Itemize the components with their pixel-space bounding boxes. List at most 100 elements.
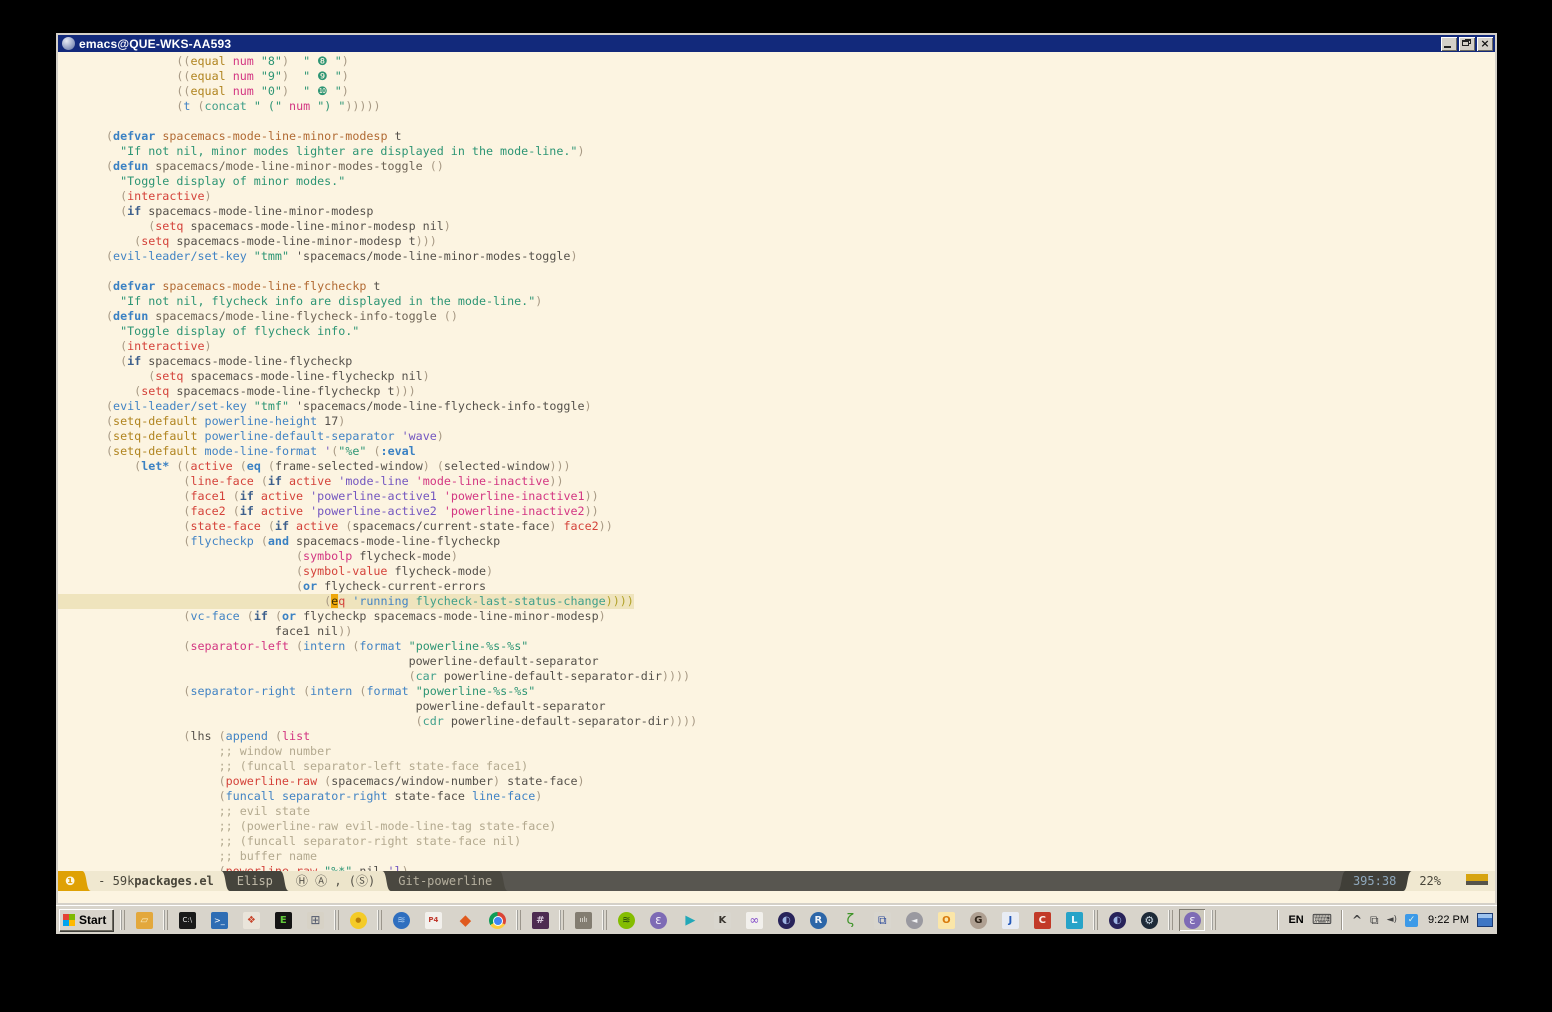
code-line[interactable]: (evil-leader/set-key "tmm" 'spacemacs/mo… xyxy=(106,249,1495,264)
code-line[interactable]: (setq spacemacs-mode-line-flycheckp t))) xyxy=(106,384,1495,399)
modeline-buffer-info[interactable]: - 59k packages.el xyxy=(91,871,221,891)
code-line[interactable]: (lhs (append (list xyxy=(106,729,1495,744)
code-line[interactable]: (setq spacemacs-mode-line-minor-modesp n… xyxy=(106,219,1495,234)
k-app-icon[interactable]: K xyxy=(709,909,735,931)
modeline-major-mode[interactable]: Elisp xyxy=(230,871,280,891)
code-line[interactable]: (interactive) xyxy=(106,339,1495,354)
powershell-icon[interactable]: >_ xyxy=(206,909,232,931)
modeline-position-hud[interactable] xyxy=(1457,871,1495,891)
media-player-icon[interactable]: ◄ xyxy=(901,909,927,931)
code-line[interactable]: (setq spacemacs-mode-line-flycheckp nil) xyxy=(106,369,1495,384)
emacs-icon[interactable]: ε xyxy=(645,909,671,931)
eclipse-icon[interactable]: ◐ xyxy=(773,909,799,931)
clock[interactable]: 9:22 PM xyxy=(1428,914,1469,926)
code-line[interactable]: (defun spacemacs/mode-line-flycheck-info… xyxy=(106,309,1495,324)
code-line[interactable]: (flycheckp (and spacemacs-mode-line-flyc… xyxy=(106,534,1495,549)
code-line[interactable]: (if spacemacs-mode-line-minor-modesp xyxy=(106,204,1495,219)
jabber-icon[interactable]: J xyxy=(997,909,1023,931)
remote-desktop-icon[interactable]: ⧉ xyxy=(869,909,895,931)
start-button[interactable]: Start xyxy=(59,909,113,931)
command-prompt-icon[interactable]: C:\ xyxy=(174,909,200,931)
code-line[interactable] xyxy=(106,114,1495,129)
code-line[interactable]: (car powerline-default-separator-dir)))) xyxy=(106,669,1495,684)
taskbar-grip[interactable] xyxy=(559,910,564,930)
taskbar-grip[interactable] xyxy=(334,910,339,930)
code-line[interactable]: (or flycheck-current-errors xyxy=(106,579,1495,594)
code-line[interactable]: powerline-default-separator xyxy=(106,654,1495,669)
chrome-icon[interactable] xyxy=(484,909,510,931)
code-line[interactable]: ;; evil state xyxy=(106,804,1495,819)
volume-icon[interactable]: ◄) xyxy=(1387,915,1397,925)
code-line[interactable]: (if spacemacs-mode-line-flycheckp xyxy=(106,354,1495,369)
emacs-taskbar-button[interactable]: ε xyxy=(1179,909,1205,931)
code-line[interactable]: (setq-default mode-line-format '("%e" (:… xyxy=(106,444,1495,459)
r-app-icon[interactable]: R xyxy=(805,909,831,931)
infinity-app-icon[interactable]: ∞ xyxy=(741,909,767,931)
taskbar-grip[interactable] xyxy=(516,910,521,930)
code-area[interactable]: ((equal num "8") " ❽ ") ((equal num "9")… xyxy=(58,52,1495,871)
code-line[interactable]: face1 nil)) xyxy=(106,624,1495,639)
code-line[interactable]: (state-face (if active (spacemacs/curren… xyxy=(106,519,1495,534)
code-line[interactable]: (symbol-value flycheck-mode) xyxy=(106,564,1495,579)
code-line[interactable]: (interactive) xyxy=(106,189,1495,204)
code-line[interactable]: (symbolp flycheck-mode) xyxy=(106,549,1495,564)
modeline-scroll-percent[interactable]: 22% xyxy=(1412,871,1448,891)
code-line[interactable]: "If not nil, minor modes lighter are dis… xyxy=(106,144,1495,159)
setup-installer-icon[interactable]: ⊞ xyxy=(302,909,328,931)
code-line[interactable]: (setq-default powerline-default-separato… xyxy=(106,429,1495,444)
title-bar[interactable]: emacs@QUE-WKS-AA593 × xyxy=(58,35,1495,52)
code-line[interactable]: ((equal num "9") " ❾ ") xyxy=(106,69,1495,84)
code-line[interactable]: (let* ((active (eq (frame-selected-windo… xyxy=(106,459,1495,474)
code-line[interactable]: (evil-leader/set-key "tmf" 'spacemacs/mo… xyxy=(106,399,1495,414)
orange-diamond-icon[interactable]: ◆ xyxy=(452,909,478,931)
dropbox-icon[interactable]: ✓ xyxy=(1405,914,1418,927)
l-app-icon[interactable]: L xyxy=(1061,909,1087,931)
code-line[interactable]: (setq-default powerline-height 17) xyxy=(106,414,1495,429)
code-line[interactable]: "If not nil, flycheck info are displayed… xyxy=(106,294,1495,309)
code-line[interactable]: (defvar spacemacs-mode-line-flycheckp t xyxy=(106,279,1495,294)
keyboard-layout-icon[interactable]: ⌨ xyxy=(1312,912,1332,928)
code-line[interactable]: powerline-default-separator xyxy=(106,699,1495,714)
taskbar-grip[interactable] xyxy=(163,910,168,930)
code-line[interactable]: (funcall separator-right state-face line… xyxy=(106,789,1495,804)
code-line[interactable]: (separator-left (intern (format "powerli… xyxy=(106,639,1495,654)
code-line[interactable]: (separator-right (intern (format "powerl… xyxy=(106,684,1495,699)
taskbar-grip[interactable] xyxy=(377,910,382,930)
taskbar-grip[interactable] xyxy=(1211,910,1216,930)
code-line[interactable]: "Toggle display of minor modes." xyxy=(106,174,1495,189)
code-line[interactable]: ((equal num "0") " ❿ ") xyxy=(106,84,1495,99)
taskbar-grip[interactable] xyxy=(1093,910,1098,930)
image-editor-icon[interactable]: ❖ xyxy=(238,909,264,931)
code-line[interactable]: ;; (funcall separator-left state-face fa… xyxy=(106,759,1495,774)
play-store-icon[interactable]: ▶ xyxy=(677,909,703,931)
my-documents-folder-icon[interactable]: ▱ xyxy=(131,909,157,931)
code-line[interactable]: (powerline-raw "%*" nil 'l) xyxy=(106,864,1495,871)
code-line[interactable]: (defvar spacemacs-mode-line-minor-modesp… xyxy=(106,129,1495,144)
code-line[interactable]: ;; (funcall separator-right state-face n… xyxy=(106,834,1495,849)
code-line[interactable]: (face2 (if active 'powerline-active2 'po… xyxy=(106,504,1495,519)
vertical-bars-icon[interactable]: ıılı xyxy=(570,909,596,931)
code-line[interactable]: (vc-face (if (or flycheckp spacemacs-mod… xyxy=(106,609,1495,624)
slack-icon[interactable]: # xyxy=(527,909,553,931)
code-line[interactable]: (face1 (if active 'powerline-active1 'po… xyxy=(106,489,1495,504)
taskbar-grip[interactable] xyxy=(1168,910,1173,930)
language-indicator[interactable]: EN xyxy=(1288,914,1303,926)
taskbar-grip[interactable] xyxy=(602,910,607,930)
code-line[interactable]: "Toggle display of flycheck info." xyxy=(106,324,1495,339)
close-button[interactable]: × xyxy=(1477,37,1493,51)
code-line[interactable]: ;; (powerline-raw evil-mode-line-tag sta… xyxy=(106,819,1495,834)
code-line[interactable]: (line-face (if active 'mode-line 'mode-l… xyxy=(106,474,1495,489)
globe-icon[interactable]: ≋ xyxy=(388,909,414,931)
snake-icon[interactable]: ζ xyxy=(837,909,863,931)
echo-area[interactable] xyxy=(58,891,1495,903)
code-line[interactable]: ((equal num "8") " ❽ ") xyxy=(106,54,1495,69)
code-line[interactable]: ;; buffer name xyxy=(106,849,1495,864)
gimp-icon[interactable]: G xyxy=(965,909,991,931)
modeline-line-column[interactable]: 395:38 xyxy=(1346,871,1403,891)
code-line[interactable]: (defun spacemacs/mode-line-minor-modes-t… xyxy=(106,159,1495,174)
outlook-icon[interactable]: O xyxy=(933,909,959,931)
emacs-terminal-icon[interactable]: E xyxy=(270,909,296,931)
modeline-window-number[interactable]: ❶ xyxy=(58,871,82,891)
spotify-icon[interactable]: ≋ xyxy=(613,909,639,931)
network-status-icon[interactable]: ⧉ xyxy=(1370,913,1379,928)
